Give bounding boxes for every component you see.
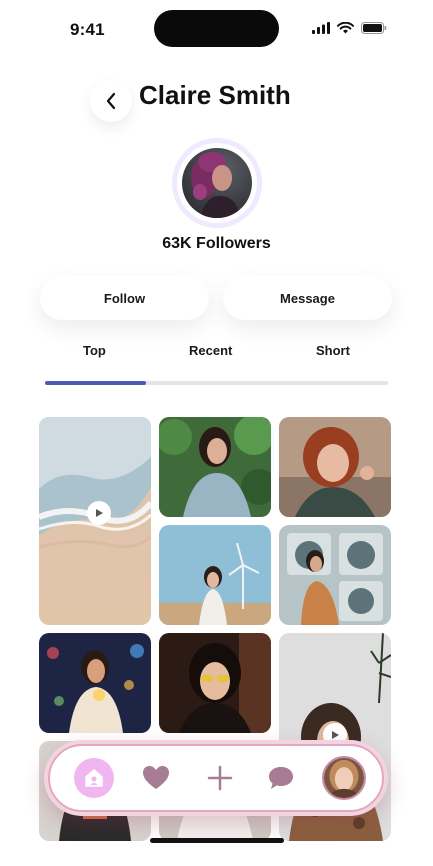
nav-messages[interactable] [267, 765, 295, 791]
followers-count: 63K Followers [162, 235, 271, 252]
photo-red-hair [279, 417, 391, 517]
gallery-item-sparkler[interactable] [39, 633, 151, 733]
status-icons [312, 22, 387, 34]
gallery-item-laundromat[interactable] [279, 525, 391, 625]
tab-short[interactable]: Short [316, 343, 350, 358]
page-title: Claire Smith [139, 80, 291, 110]
chat-icon [269, 767, 293, 789]
nav-profile[interactable] [322, 756, 366, 800]
nav-favorites[interactable] [142, 765, 170, 791]
photo-sparkler [39, 633, 151, 733]
wifi-icon [337, 22, 354, 34]
home-icon [85, 769, 103, 787]
photo-blue-coat [159, 417, 271, 517]
play-icon [87, 501, 111, 525]
photo-wind-turbine [159, 525, 271, 625]
gallery-item-waves[interactable] [39, 417, 151, 625]
back-button[interactable] [90, 80, 132, 122]
nav-home[interactable] [74, 758, 114, 798]
gallery-item-red-hair[interactable] [279, 417, 391, 517]
gallery-item-blue-coat[interactable] [159, 417, 271, 517]
battery-icon [361, 22, 387, 34]
nav-create[interactable] [207, 765, 233, 791]
status-time: 9:41 [70, 20, 105, 39]
photo-sunglasses [159, 633, 271, 733]
tab-top[interactable]: Top [83, 343, 106, 358]
photo-laundromat [279, 525, 391, 625]
follow-button[interactable]: Follow [40, 276, 209, 320]
gallery-item-wind-turbine[interactable] [159, 525, 271, 625]
chevron-left-icon [106, 92, 116, 110]
tab-indicator [45, 381, 146, 385]
message-button[interactable]: Message [223, 276, 392, 320]
profile-avatar-icon [324, 758, 364, 798]
profile-avatar [172, 138, 262, 228]
avatar-image [182, 148, 252, 218]
tab-recent[interactable]: Recent [189, 343, 232, 358]
bottom-nav [44, 740, 388, 816]
signal-icon [312, 22, 330, 34]
gallery-item-sunglasses[interactable] [159, 633, 271, 733]
status-bar: 9:41 [0, 0, 433, 60]
plus-icon [207, 765, 233, 791]
home-indicator [150, 838, 284, 843]
dynamic-island [154, 10, 279, 47]
heart-icon [143, 766, 169, 789]
